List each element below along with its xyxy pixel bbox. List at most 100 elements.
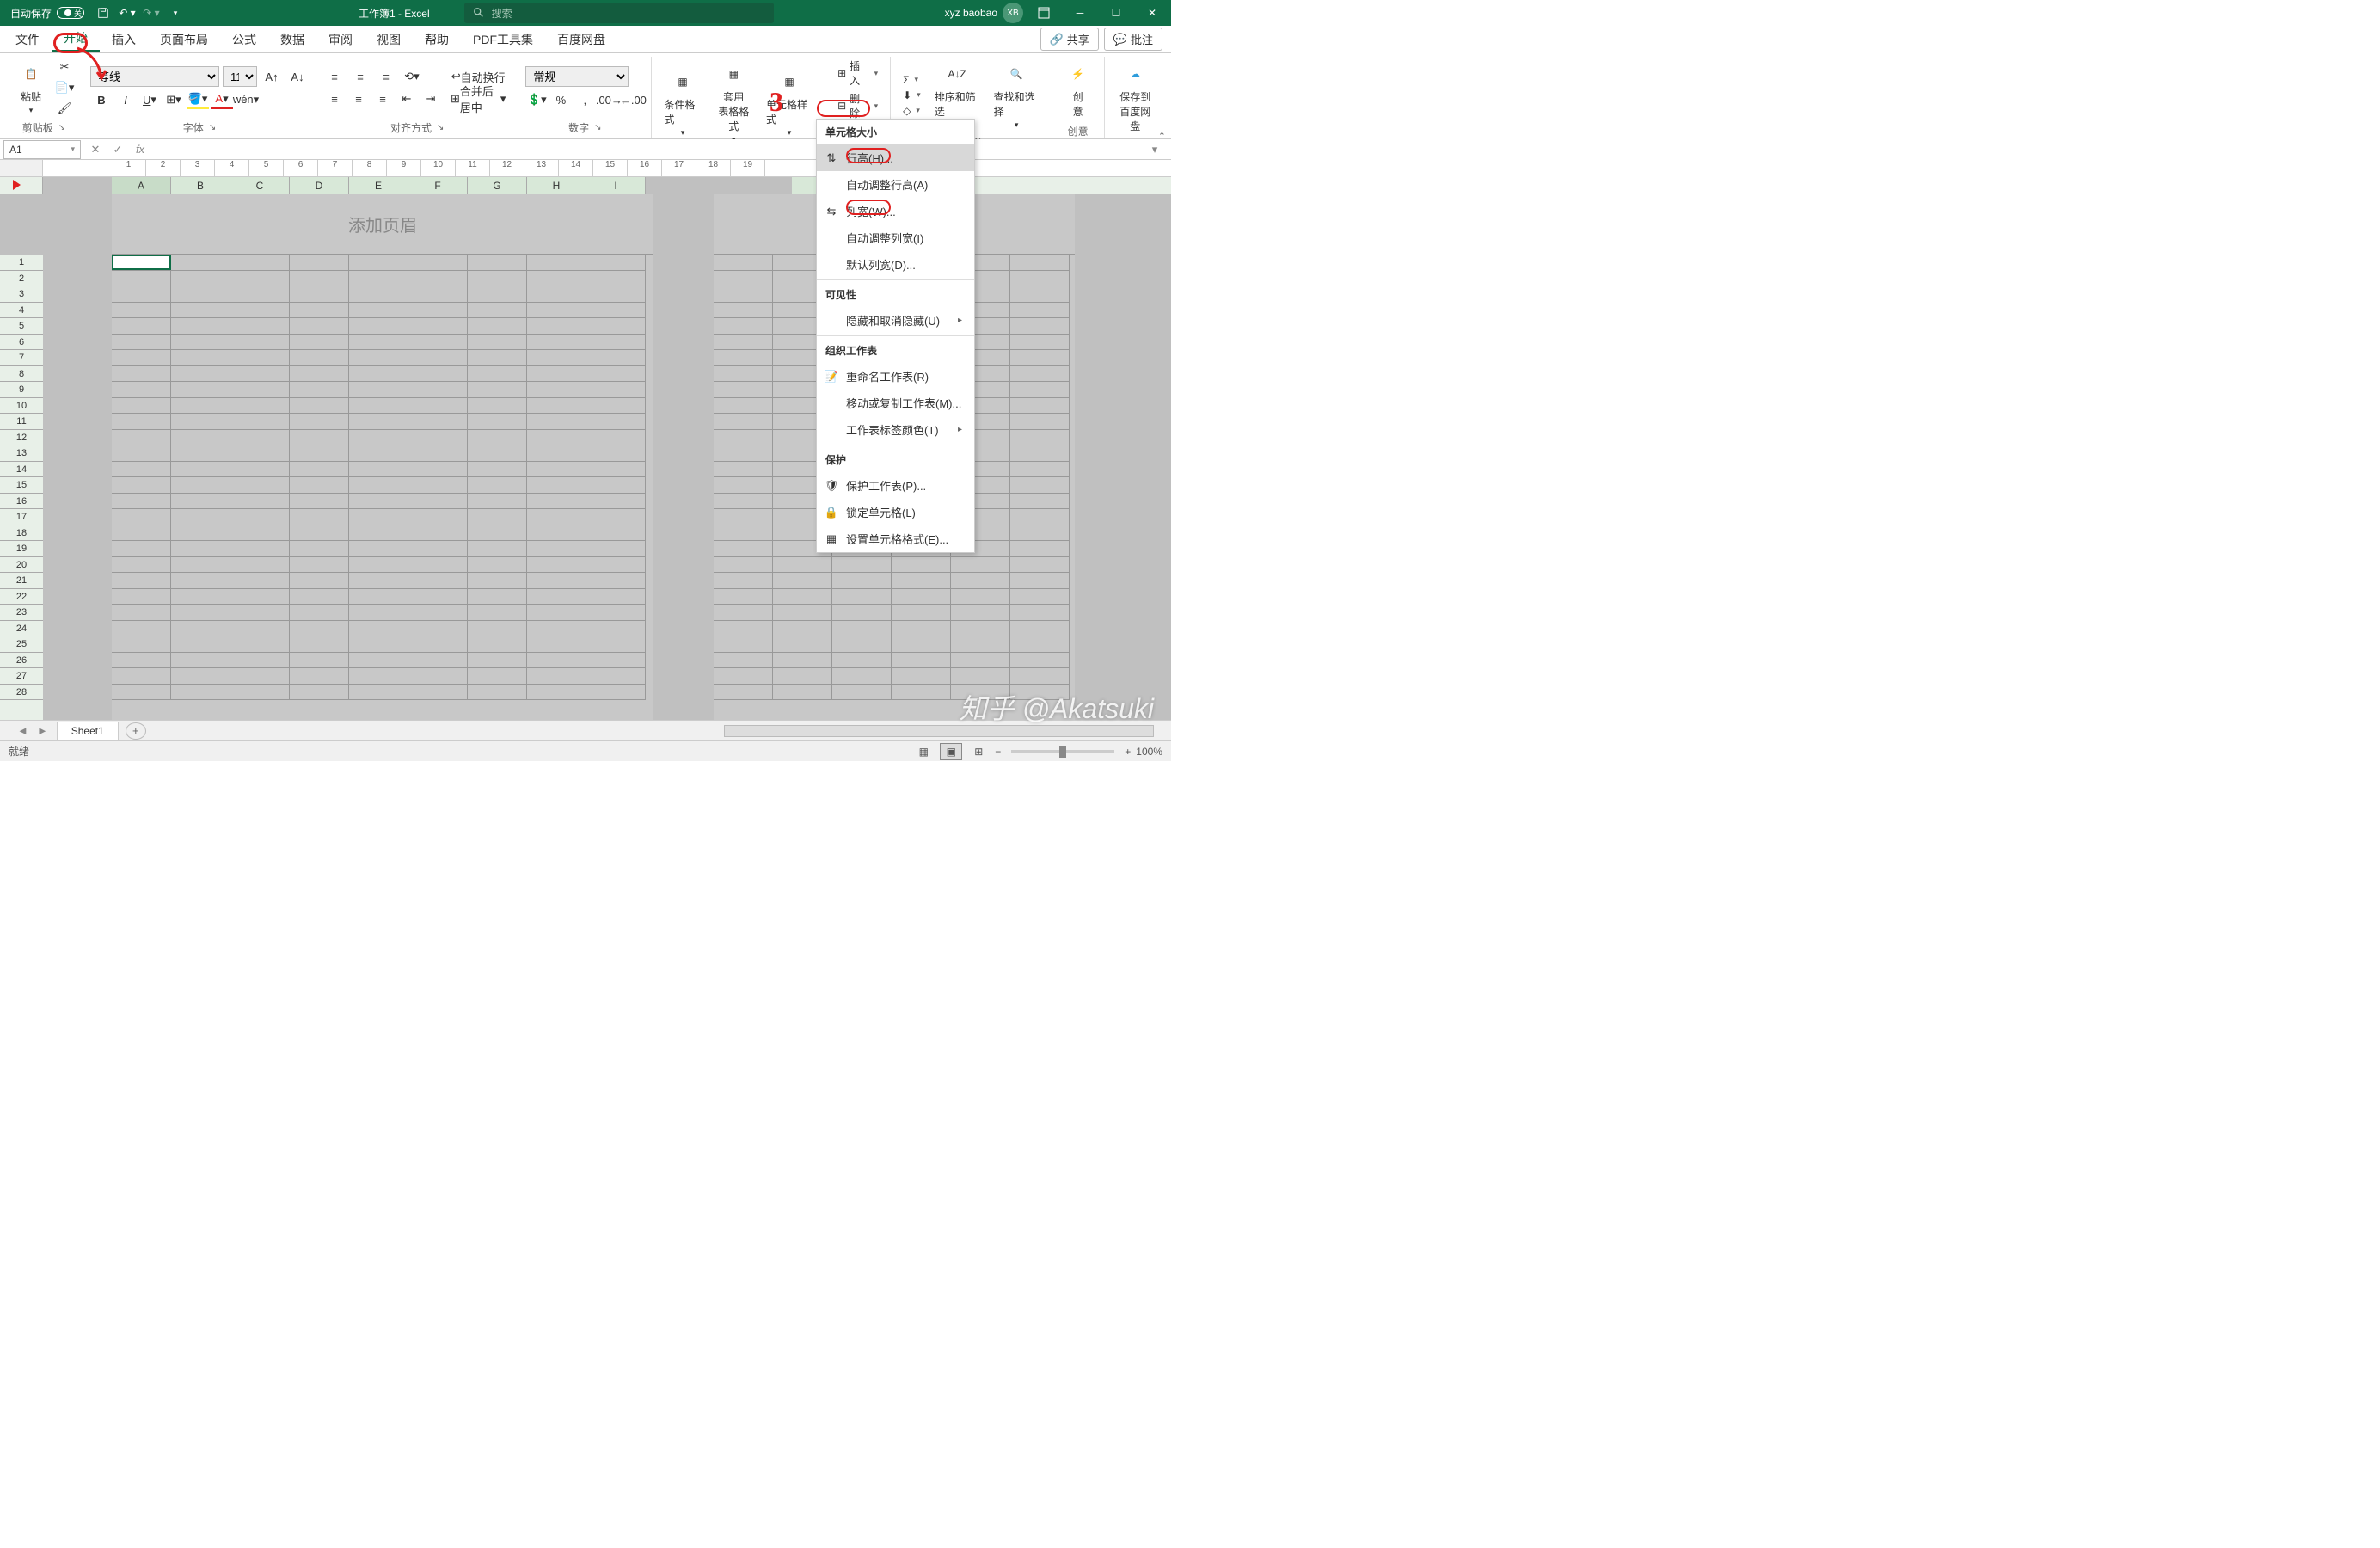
- menu-autofit-row-height[interactable]: 自动调整行高(A): [817, 171, 974, 198]
- number-format-select[interactable]: 常规: [525, 66, 629, 87]
- menu-default-width[interactable]: 默认列宽(D)...: [817, 251, 974, 278]
- col-header[interactable]: D: [290, 177, 349, 194]
- search-input[interactable]: 搜索: [464, 3, 774, 23]
- tab-data[interactable]: 数据: [268, 26, 316, 52]
- phonetic-icon[interactable]: wén▾: [235, 90, 257, 109]
- font-name-select[interactable]: 等线: [90, 66, 219, 87]
- menu-rename-sheet[interactable]: 📝重命名工作表(R): [817, 363, 974, 390]
- maximize-icon[interactable]: ☐: [1101, 1, 1132, 25]
- find-select-button[interactable]: 🔍查找和选择▾: [989, 57, 1045, 133]
- menu-format-cells[interactable]: ▦设置单元格格式(E)...: [817, 525, 974, 552]
- fill-button[interactable]: ⬇▾: [898, 88, 926, 103]
- delete-cells-button[interactable]: ⊟删除▾: [832, 89, 883, 122]
- col-header[interactable]: G: [468, 177, 527, 194]
- minimize-icon[interactable]: ─: [1064, 1, 1095, 25]
- fill-color-icon[interactable]: 🪣▾: [187, 90, 209, 109]
- collapse-ribbon-icon[interactable]: ⌃: [1158, 131, 1166, 142]
- col-header[interactable]: F: [408, 177, 468, 194]
- decrease-font-icon[interactable]: A↓: [286, 67, 309, 86]
- align-middle-icon[interactable]: ≡: [349, 67, 371, 86]
- share-button[interactable]: 🔗 共享: [1040, 28, 1099, 51]
- font-size-select[interactable]: 11: [223, 66, 257, 87]
- menu-row-height[interactable]: ⇅行高(H)...: [817, 144, 974, 171]
- user-name[interactable]: xyz baobao: [945, 7, 997, 19]
- increase-indent-icon[interactable]: ⇥: [420, 89, 442, 108]
- save-icon[interactable]: [91, 1, 115, 25]
- align-left-icon[interactable]: ≡: [323, 89, 346, 108]
- normal-view-icon[interactable]: ▦: [912, 743, 935, 760]
- col-header[interactable]: B: [171, 177, 230, 194]
- increase-font-icon[interactable]: A↑: [261, 67, 283, 86]
- zoom-in-button[interactable]: +: [1125, 746, 1131, 758]
- zoom-level[interactable]: 100%: [1136, 746, 1162, 758]
- expand-formula-icon[interactable]: ▾: [1144, 143, 1166, 157]
- page-break-view-icon[interactable]: ⊞: [967, 743, 990, 760]
- menu-tab-color[interactable]: 工作表标签颜色(T)▸: [817, 416, 974, 443]
- align-top-icon[interactable]: ≡: [323, 67, 346, 86]
- comma-icon[interactable]: ,: [574, 90, 596, 109]
- align-center-icon[interactable]: ≡: [347, 89, 370, 108]
- col-header[interactable]: A: [112, 177, 171, 194]
- zoom-out-button[interactable]: −: [995, 746, 1001, 758]
- number-launcher[interactable]: ↘: [594, 123, 601, 132]
- clear-button[interactable]: ◇▾: [898, 103, 926, 119]
- autosave-toggle[interactable]: 自动保存 关: [3, 6, 91, 21]
- tab-baidu[interactable]: 百度网盘: [545, 26, 617, 52]
- undo-icon[interactable]: ↶ ▾: [115, 1, 139, 25]
- tab-formulas[interactable]: 公式: [220, 26, 268, 52]
- col-header[interactable]: C: [230, 177, 290, 194]
- currency-icon[interactable]: 💲▾: [525, 90, 548, 109]
- border-icon[interactable]: ⊞▾: [163, 90, 185, 109]
- cancel-formula-icon[interactable]: ✕: [84, 143, 107, 157]
- tab-help[interactable]: 帮助: [413, 26, 461, 52]
- merge-center-button[interactable]: ⊞ 合并后居中 ▾: [445, 89, 511, 108]
- page-layout-view-icon[interactable]: ▣: [940, 743, 962, 760]
- format-painter-icon[interactable]: 🖌: [53, 99, 76, 118]
- cut-icon[interactable]: ✂: [53, 58, 76, 77]
- menu-hide-unhide[interactable]: 隐藏和取消隐藏(U)▸: [817, 307, 974, 334]
- sheet-nav-next-icon[interactable]: ►: [37, 724, 48, 737]
- tab-view[interactable]: 视图: [365, 26, 413, 52]
- align-right-icon[interactable]: ≡: [371, 89, 394, 108]
- sheet-grid[interactable]: 1234567891011121314151617181920212223242…: [0, 194, 1171, 720]
- formula-input[interactable]: [151, 140, 1144, 159]
- tab-insert[interactable]: 插入: [100, 26, 148, 52]
- decrease-decimal-icon[interactable]: ←.00: [622, 90, 644, 109]
- enter-formula-icon[interactable]: ✓: [107, 143, 129, 157]
- percent-icon[interactable]: %: [549, 90, 572, 109]
- col-header[interactable]: E: [349, 177, 408, 194]
- tab-home[interactable]: 开始: [52, 26, 100, 52]
- page-1[interactable]: 添加页眉: [112, 194, 653, 720]
- decrease-indent-icon[interactable]: ⇤: [396, 89, 418, 108]
- font-color-icon[interactable]: A▾: [211, 90, 233, 109]
- paste-button[interactable]: 📋 粘贴 ▾: [12, 57, 50, 119]
- font-launcher[interactable]: ↘: [209, 123, 216, 132]
- orientation-icon[interactable]: ⟲▾: [401, 67, 423, 86]
- selected-cell-a1[interactable]: [112, 255, 171, 270]
- align-bottom-icon[interactable]: ≡: [375, 67, 397, 86]
- save-baidu-button[interactable]: ☁保存到 百度网盘: [1112, 57, 1159, 137]
- increase-decimal-icon[interactable]: .00→: [598, 90, 620, 109]
- clipboard-launcher[interactable]: ↘: [58, 123, 65, 132]
- horizontal-scrollbar[interactable]: [724, 725, 1154, 737]
- zoom-slider[interactable]: [1011, 750, 1114, 753]
- ribbon-display-icon[interactable]: [1028, 1, 1059, 25]
- format-as-table-button[interactable]: ▦套用 表格格式▾: [710, 57, 758, 148]
- tab-file[interactable]: 文件: [3, 26, 52, 52]
- name-box[interactable]: A1▾: [3, 140, 81, 159]
- col-header[interactable]: I: [586, 177, 646, 194]
- menu-move-copy-sheet[interactable]: 移动或复制工作表(M)...: [817, 390, 974, 416]
- redo-icon[interactable]: ↷ ▾: [139, 1, 163, 25]
- sheet-tab[interactable]: Sheet1: [57, 722, 119, 740]
- menu-column-width[interactable]: ⇆列宽(W)...: [817, 198, 974, 224]
- copy-icon[interactable]: 📄▾: [53, 78, 76, 97]
- fx-icon[interactable]: fx: [129, 143, 151, 156]
- page-header[interactable]: 添加页眉: [112, 194, 653, 255]
- close-icon[interactable]: ✕: [1137, 1, 1168, 25]
- col-header[interactable]: H: [527, 177, 586, 194]
- bold-button[interactable]: B: [90, 90, 113, 109]
- row-header[interactable]: 1: [0, 255, 43, 271]
- sheet-nav-prev-icon[interactable]: ◄: [17, 724, 28, 737]
- menu-lock-cell[interactable]: 🔒锁定单元格(L): [817, 499, 974, 525]
- creative-button[interactable]: ⚡创 意: [1059, 57, 1097, 122]
